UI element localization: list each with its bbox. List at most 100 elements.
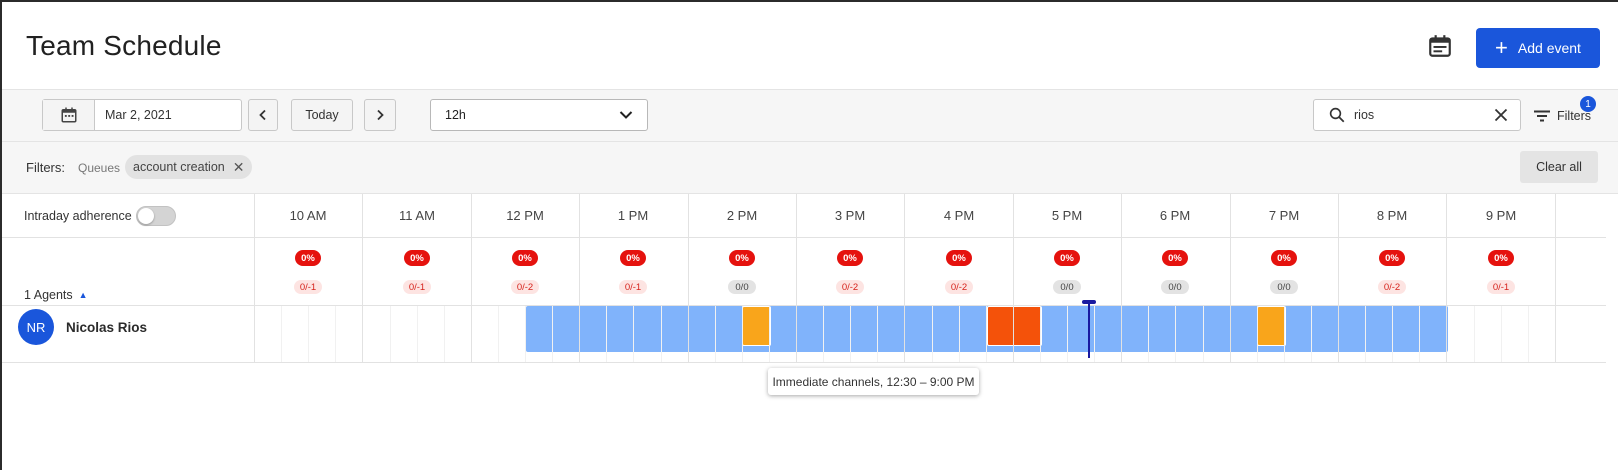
quarter-hour-line	[552, 306, 553, 362]
adherence-badge: 0%	[837, 250, 863, 266]
quarter-hour-line	[986, 306, 987, 362]
hour-label: 11 AM	[399, 208, 435, 223]
filters-heading: Filters:	[26, 160, 65, 175]
time-range-select[interactable]: 12h	[430, 99, 648, 131]
clear-search-icon[interactable]	[1494, 108, 1508, 122]
staffing-ratio-badge: 0/-1	[619, 280, 647, 294]
hour-label: 7 PM	[1268, 208, 1300, 223]
quarter-hour-line	[1040, 306, 1041, 362]
prev-day-button[interactable]	[248, 99, 278, 131]
quarter-hour-line	[1392, 306, 1393, 362]
intraday-adherence-label: Intraday adherence	[24, 209, 132, 223]
chevron-left-icon	[259, 109, 266, 121]
quarter-hour-line	[877, 306, 878, 362]
quarter-hour-line	[308, 306, 309, 362]
quarter-hour-line	[850, 306, 851, 362]
quarter-hour-line	[823, 306, 824, 362]
hour-label: 8 PM	[1376, 208, 1408, 223]
quarter-hour-line	[1419, 306, 1420, 362]
quarter-hour-line	[715, 306, 716, 362]
date-field[interactable]: Mar 2, 2021	[95, 100, 172, 130]
filter-icon	[1534, 110, 1550, 122]
filter-category-label: Queues	[78, 161, 121, 175]
adherence-badge: 0%	[1054, 250, 1080, 266]
staffing-ratio-badge: 0/-1	[403, 280, 431, 294]
staffing-ratio-badge: 0/0	[1161, 280, 1189, 294]
search-box[interactable]	[1313, 99, 1521, 131]
quarter-hour-line	[1311, 306, 1312, 362]
staffing-ratio-badge: 0/0	[1053, 280, 1081, 294]
hour-label: 9 PM	[1485, 208, 1517, 223]
quarter-hour-line	[390, 306, 391, 362]
quarter-hour-line	[932, 306, 933, 362]
quarter-hour-line	[959, 306, 960, 362]
staffing-ratio-badge: 0/-2	[945, 280, 973, 294]
row-divider	[2, 237, 1606, 238]
plus-icon: +	[1495, 35, 1508, 60]
staffing-ratio-badge: 0/-1	[1487, 280, 1515, 294]
hour-label: 10 AM	[289, 208, 327, 223]
add-event-label: Add event	[1517, 40, 1581, 56]
quarter-hour-line	[1501, 306, 1502, 362]
quarter-hour-line	[1067, 306, 1068, 362]
adherence-badge: 0%	[729, 250, 755, 266]
quarter-hour-line	[444, 306, 445, 362]
quarter-hour-line	[1148, 306, 1149, 362]
page-title: Team Schedule	[26, 30, 222, 61]
search-icon	[1329, 107, 1345, 123]
agents-count-label: 1 Agents	[24, 288, 73, 302]
quarter-hour-line	[1257, 306, 1258, 362]
hour-label: 6 PM	[1159, 208, 1191, 223]
next-day-button[interactable]	[364, 99, 396, 131]
intraday-adherence-toggle[interactable]	[136, 206, 176, 226]
quarter-hour-line	[1474, 306, 1475, 362]
break-block[interactable]	[1257, 306, 1286, 346]
page-header: Team Schedule + Add event	[2, 2, 1618, 90]
time-range-value: 12h	[445, 108, 466, 122]
calendar-icon[interactable]	[1427, 33, 1453, 59]
agent-name[interactable]: Nicolas Rios	[66, 320, 147, 335]
staffing-ratio-badge: 0/-2	[836, 280, 864, 294]
adherence-badge: 0%	[946, 250, 972, 266]
hour-label: 1 PM	[617, 208, 649, 223]
schedule-grid: Intraday adherence 1 Agents ▲ NR Nicolas…	[2, 194, 1606, 370]
filters-count-badge: 1	[1580, 96, 1596, 112]
clear-all-button[interactable]: Clear all	[1520, 151, 1598, 183]
filter-chip[interactable]: account creation ✕	[125, 155, 253, 179]
break-block[interactable]	[742, 306, 771, 346]
quarter-hour-line	[1094, 306, 1095, 362]
quarter-hour-line	[417, 306, 418, 362]
quarter-hour-line	[633, 306, 634, 362]
adherence-badge: 0%	[512, 250, 538, 266]
adherence-badge: 0%	[404, 250, 430, 266]
toggle-knob	[138, 208, 154, 224]
date-picker[interactable]: Mar 2, 2021	[42, 99, 242, 131]
staffing-ratio-badge: 0/0	[728, 280, 756, 294]
adherence-badge: 0%	[295, 250, 321, 266]
quarter-hour-line	[1203, 306, 1204, 362]
quarter-hour-line	[1284, 306, 1285, 362]
staffing-ratio-badge: 0/-2	[511, 280, 539, 294]
chevron-down-icon	[619, 111, 633, 119]
sort-asc-icon: ▲	[78, 290, 88, 300]
today-button[interactable]: Today	[291, 99, 353, 131]
close-icon[interactable]: ✕	[233, 159, 245, 176]
add-event-button[interactable]: + Add event	[1476, 28, 1600, 68]
quarter-hour-line	[769, 306, 770, 362]
meeting-block[interactable]	[987, 306, 1042, 346]
adherence-badge: 0%	[1488, 250, 1514, 266]
agents-count[interactable]: 1 Agents ▲	[24, 288, 88, 302]
staffing-ratio-badge: 0/-1	[294, 280, 322, 294]
current-time-marker	[1082, 300, 1096, 304]
chevron-right-icon	[377, 109, 384, 121]
toolbar: Mar 2, 2021 Today 12h Filters 1	[2, 90, 1618, 142]
hour-label: 12 PM	[506, 208, 544, 223]
date-picker-button[interactable]	[43, 100, 95, 130]
avatar[interactable]: NR	[18, 309, 54, 345]
hour-label: 3 PM	[834, 208, 866, 223]
row-divider	[2, 362, 1606, 363]
quarter-hour-line	[281, 306, 282, 362]
filter-chip-label: account creation	[133, 160, 225, 174]
hour-label: 4 PM	[943, 208, 975, 223]
search-input[interactable]	[1354, 108, 1484, 122]
